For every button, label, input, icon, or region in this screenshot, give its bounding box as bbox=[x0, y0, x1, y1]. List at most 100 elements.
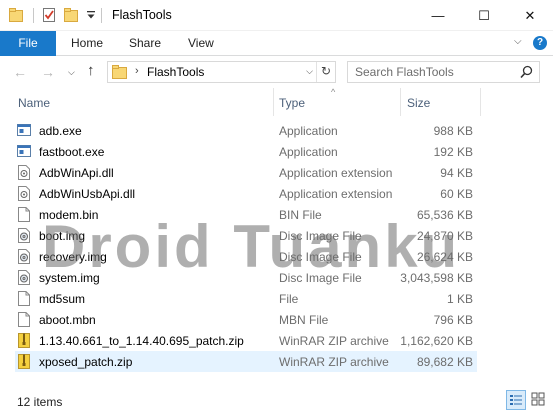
up-arrow-icon[interactable]: ↑ bbox=[87, 62, 95, 79]
tab-view[interactable]: View bbox=[188, 31, 214, 56]
file-name: system.img bbox=[39, 271, 100, 285]
file-row[interactable]: adb.exe Application 988 KB bbox=[15, 120, 477, 141]
search-box[interactable]: Search FlashTools bbox=[347, 61, 540, 83]
zip-icon bbox=[17, 354, 31, 369]
file-size: 24,870 KB bbox=[416, 229, 473, 243]
file-icon bbox=[17, 291, 31, 306]
file-size: 89,682 KB bbox=[416, 355, 473, 369]
sort-ascending-icon: ^ bbox=[331, 87, 336, 97]
folder-icon[interactable] bbox=[9, 7, 23, 26]
disc-image-icon bbox=[17, 270, 31, 285]
file-name: aboot.mbn bbox=[39, 313, 96, 327]
zip-icon bbox=[17, 333, 31, 348]
file-size: 988 KB bbox=[433, 124, 473, 138]
file-row[interactable]: AdbWinUsbApi.dll Application extension 60 … bbox=[15, 183, 477, 204]
recent-locations-icon[interactable]: ⌵ bbox=[68, 67, 75, 78]
column-header-name[interactable]: Name bbox=[18, 96, 50, 110]
file-size: 1,162,620 KB bbox=[400, 334, 473, 348]
file-type: Application extension bbox=[279, 187, 393, 201]
file-size: 3,043,598 KB bbox=[400, 271, 473, 285]
file-icon bbox=[17, 312, 31, 327]
file-name: AdbWinUsbApi.dll bbox=[39, 187, 136, 201]
file-name: boot.img bbox=[39, 229, 86, 243]
column-divider[interactable] bbox=[273, 88, 274, 116]
disc-image-icon bbox=[17, 228, 31, 243]
search-input[interactable]: Search FlashTools bbox=[355, 65, 454, 79]
new-folder-icon[interactable] bbox=[64, 7, 78, 26]
tab-share[interactable]: Share bbox=[129, 31, 161, 56]
file-row[interactable]: system.img Disc Image File 3,043,598 KB bbox=[15, 267, 477, 288]
forward-arrow-icon[interactable]: → bbox=[41, 64, 55, 80]
file-size: 65,536 KB bbox=[416, 208, 473, 222]
file-size: 1 KB bbox=[446, 292, 473, 306]
close-button[interactable]: ✕ bbox=[507, 0, 553, 31]
status-bar: 12 items bbox=[0, 390, 553, 414]
title-divider bbox=[101, 8, 102, 23]
file-row[interactable]: fastboot.exe Application 192 KB bbox=[15, 141, 477, 162]
folder-icon bbox=[112, 65, 127, 82]
refresh-icon[interactable]: ↻ bbox=[316, 62, 335, 82]
file-name: recovery.img bbox=[39, 250, 107, 264]
tab-home[interactable]: Home bbox=[71, 31, 103, 56]
column-header-type[interactable]: Type bbox=[279, 96, 305, 110]
details-view-button[interactable] bbox=[506, 390, 526, 410]
file-type: Disc Image File bbox=[279, 250, 362, 264]
file-size: 192 KB bbox=[433, 145, 473, 159]
file-size: 60 KB bbox=[440, 187, 473, 201]
file-name: md5sum bbox=[39, 292, 86, 306]
breadcrumb-chevron-icon[interactable]: › bbox=[135, 65, 139, 77]
navigation-bar: ← → ⌵ ↑ › FlashTools ⌵ ↻ Search FlashToo… bbox=[0, 56, 553, 88]
app-icon bbox=[17, 144, 31, 159]
file-row[interactable]: modem.bin BIN File 65,536 KB bbox=[15, 204, 477, 225]
maximize-button[interactable]: ☐ bbox=[461, 0, 507, 31]
file-type: File bbox=[279, 292, 299, 306]
file-name: adb.exe bbox=[39, 124, 82, 138]
file-name: 1.13.40.661_to_1.14.40.695_patch.zip bbox=[39, 334, 244, 348]
chevron-down-icon[interactable]: ⌵ bbox=[306, 66, 313, 77]
large-icons-view-button[interactable] bbox=[529, 390, 549, 410]
file-type: Application extension bbox=[279, 166, 393, 180]
file-type: WinRAR ZIP archive bbox=[279, 355, 389, 369]
file-name: modem.bin bbox=[39, 208, 99, 222]
file-name: AdbWinApi.dll bbox=[39, 166, 114, 180]
file-row[interactable]: boot.img Disc Image File 24,870 KB bbox=[15, 225, 477, 246]
file-type: Disc Image File bbox=[279, 271, 362, 285]
address-bar[interactable]: › FlashTools ⌵ ↻ bbox=[107, 61, 336, 83]
column-headers: Name ^ Type Size bbox=[0, 87, 553, 117]
column-divider[interactable] bbox=[480, 88, 481, 116]
minimize-button[interactable]: — bbox=[415, 0, 461, 31]
file-type: BIN File bbox=[279, 208, 322, 222]
ribbon-tabs: File Home Share View ⌵ ? bbox=[0, 31, 553, 56]
file-size: 94 KB bbox=[440, 166, 473, 180]
file-type: Application bbox=[279, 145, 338, 159]
file-icon bbox=[17, 207, 31, 222]
column-divider[interactable] bbox=[400, 88, 401, 116]
back-arrow-icon[interactable]: ← bbox=[13, 64, 27, 80]
help-icon[interactable]: ? bbox=[533, 36, 547, 50]
customize-toolbar-icon[interactable] bbox=[86, 9, 96, 24]
file-row[interactable]: xposed_patch.zip WinRAR ZIP archive 89,682… bbox=[15, 351, 477, 372]
title-divider bbox=[33, 8, 34, 23]
properties-icon[interactable] bbox=[42, 7, 56, 26]
expand-ribbon-icon[interactable]: ⌵ bbox=[514, 36, 522, 47]
breadcrumb-flashtools[interactable]: FlashTools bbox=[147, 65, 204, 79]
file-name: fastboot.exe bbox=[39, 145, 105, 159]
title-bar: FlashTools — ☐ ✕ bbox=[0, 0, 553, 31]
file-size: 796 KB bbox=[433, 313, 473, 327]
column-header-size[interactable]: Size bbox=[407, 96, 430, 110]
app-icon bbox=[17, 123, 31, 138]
tab-file[interactable]: File bbox=[0, 31, 56, 56]
file-type: Disc Image File bbox=[279, 229, 362, 243]
file-row[interactable]: AdbWinApi.dll Application extension 94 KB bbox=[15, 162, 477, 183]
file-row[interactable]: aboot.mbn MBN File 796 KB bbox=[15, 309, 477, 330]
file-row[interactable]: 1.13.40.661_to_1.14.40.695_patch.zip WinR… bbox=[15, 330, 477, 351]
file-row[interactable]: recovery.img Disc Image File 26,624 KB bbox=[15, 246, 477, 267]
file-type: MBN File bbox=[279, 313, 329, 327]
dll-icon bbox=[17, 165, 31, 180]
file-row[interactable]: md5sum File 1 KB bbox=[15, 288, 477, 309]
file-size: 26,624 KB bbox=[416, 250, 473, 264]
item-count: 12 items bbox=[17, 395, 63, 409]
search-icon[interactable] bbox=[520, 65, 533, 82]
disc-image-icon bbox=[17, 249, 31, 264]
file-type: Application bbox=[279, 124, 338, 138]
